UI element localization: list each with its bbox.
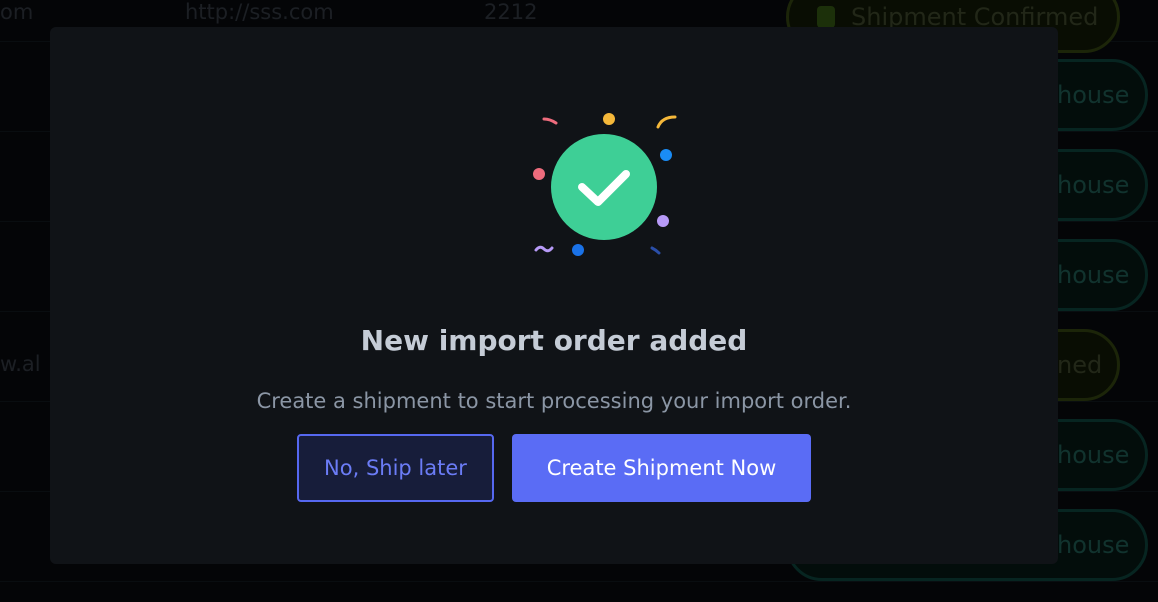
modal-subtitle: Create a shipment to start processing yo… — [256, 389, 852, 413]
check-circle-icon — [533, 113, 677, 256]
ship-later-button[interactable]: No, Ship later — [297, 434, 494, 502]
success-modal: New import order added Create a shipment… — [50, 27, 1058, 564]
modal-title: New import order added — [360, 324, 748, 357]
create-shipment-button[interactable]: Create Shipment Now — [512, 434, 811, 502]
